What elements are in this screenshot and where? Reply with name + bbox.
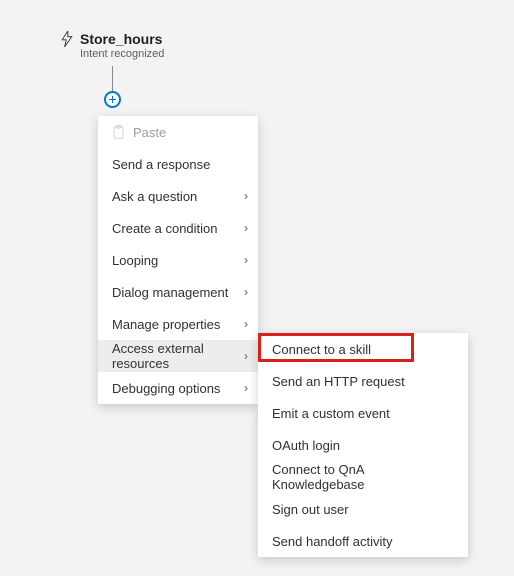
submenu-item[interactable]: Connect to a skill — [258, 333, 468, 365]
submenu-item-label: Sign out user — [272, 502, 349, 517]
menu-item[interactable]: Create a condition › — [98, 212, 258, 244]
trigger-title: Store_hours — [80, 31, 162, 47]
menu-item-label: Ask a question — [112, 189, 197, 204]
chevron-right-icon: › — [244, 381, 248, 395]
submenu-item[interactable]: Connect to QnA Knowledgebase — [258, 461, 468, 493]
chevron-right-icon: › — [244, 349, 248, 363]
submenu-item-label: OAuth login — [272, 438, 340, 453]
menu-item-label: Paste — [133, 125, 166, 140]
trigger-header: Store_hours — [60, 31, 164, 47]
menu-item[interactable]: Manage properties › — [98, 308, 258, 340]
trigger-subtitle: Intent recognized — [80, 48, 164, 60]
submenu-external-resources: Connect to a skill Send an HTTP request Em… — [258, 333, 468, 557]
chevron-right-icon: › — [244, 253, 248, 267]
menu-item-label: Manage properties — [112, 317, 220, 332]
context-menu: Paste Send a responseAsk a question›Crea… — [98, 116, 258, 404]
submenu-item-label: Send handoff activity — [272, 534, 392, 549]
trigger-node[interactable]: Store_hours Intent recognized — [60, 31, 164, 60]
menu-item[interactable]: Send a response — [98, 148, 258, 180]
submenu-item-label: Emit a custom event — [272, 406, 390, 421]
menu-item[interactable]: Ask a question › — [98, 180, 258, 212]
menu-item-paste[interactable]: Paste — [98, 116, 258, 148]
submenu-item-label: Connect to a skill — [272, 342, 371, 357]
menu-item-label: Dialog management — [112, 285, 228, 300]
chevron-right-icon: › — [244, 221, 248, 235]
clipboard-icon — [112, 125, 125, 139]
chevron-right-icon: › — [244, 189, 248, 203]
menu-item-label: Send a response — [112, 157, 210, 172]
menu-item[interactable]: Access external resources› — [98, 340, 258, 372]
submenu-item[interactable]: OAuth login — [258, 429, 468, 461]
menu-item[interactable]: Dialog management › — [98, 276, 258, 308]
submenu-item-label: Connect to QnA Knowledgebase — [272, 462, 458, 492]
lightning-icon — [60, 31, 74, 47]
menu-item-label: Access external resources — [112, 341, 244, 371]
submenu-item[interactable]: Send an HTTP request — [258, 365, 468, 397]
chevron-right-icon: › — [244, 285, 248, 299]
submenu-item[interactable]: Emit a custom event — [258, 397, 468, 429]
menu-item-label: Looping — [112, 253, 158, 268]
submenu-item-label: Send an HTTP request — [272, 374, 405, 389]
menu-item[interactable]: Debugging options › — [98, 372, 258, 404]
menu-item-label: Debugging options — [112, 381, 220, 396]
menu-item[interactable]: Looping › — [98, 244, 258, 276]
menu-item-label: Create a condition — [112, 221, 218, 236]
connector-line — [112, 66, 113, 92]
submenu-item[interactable]: Sign out user — [258, 493, 468, 525]
chevron-right-icon: › — [244, 317, 248, 331]
add-action-button[interactable] — [104, 91, 121, 108]
submenu-item[interactable]: Send handoff activity — [258, 525, 468, 557]
